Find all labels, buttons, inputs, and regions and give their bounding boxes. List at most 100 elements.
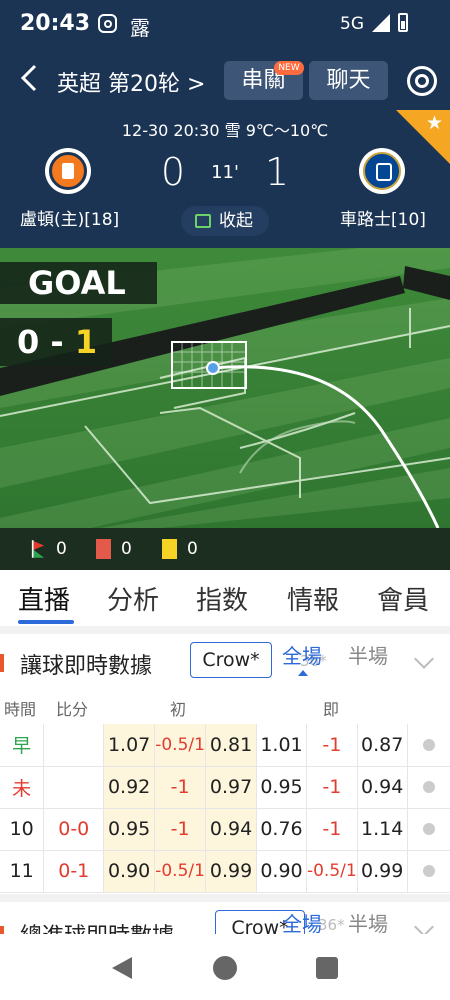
collapse-label: 收起 bbox=[219, 211, 253, 231]
live-home-odds: 0.95 bbox=[256, 766, 307, 809]
match-datetime-weather: 12-30 20:30 雪 9℃～10℃ bbox=[121, 121, 329, 140]
row-score: 0-0 bbox=[43, 808, 105, 851]
main-tabs: 直播 分析 指数 情報 會員 bbox=[0, 570, 450, 626]
tab-member[interactable]: 會員 bbox=[377, 580, 429, 617]
initial-home-odds: 0.92 bbox=[103, 766, 156, 809]
away-team-name[interactable]: 車路士[10] bbox=[340, 205, 426, 230]
live-away-odds: 0.87 bbox=[357, 724, 408, 767]
initial-home-odds: 1.07 bbox=[103, 724, 156, 767]
match-minute: 11' bbox=[211, 162, 239, 183]
handicap-table: 早 1.07 -0.5/1 0.81 1.01 -1 0.87 未 0.92 -… bbox=[0, 724, 450, 893]
column-header-time: 時間 bbox=[4, 700, 37, 719]
initial-home-odds: 0.95 bbox=[103, 808, 156, 851]
live-away-odds: 0.94 bbox=[357, 766, 408, 809]
goal-label: GOAL bbox=[0, 262, 157, 304]
half-time-toggle[interactable]: 半場 bbox=[348, 640, 388, 669]
goal-score-away: 1 bbox=[74, 323, 98, 361]
match-header: 20:43 露 5G 英超 第20轮 > 串關 NEW 聊天 ★ 12-30 2… bbox=[0, 0, 450, 248]
initial-handicap: -1 bbox=[154, 766, 207, 809]
tab-intel[interactable]: 情報 bbox=[287, 580, 339, 617]
live-handicap: -0.5/1 bbox=[306, 850, 358, 893]
tab-live[interactable]: 直播 bbox=[18, 580, 70, 617]
system-navigation-bar bbox=[0, 934, 450, 1000]
active-tab-indicator bbox=[18, 620, 74, 624]
network-type: 5G bbox=[340, 14, 364, 34]
collapse-button[interactable]: 收起 bbox=[181, 206, 269, 236]
half-time-toggle[interactable]: 半場 bbox=[348, 908, 388, 937]
row-score bbox=[43, 766, 105, 809]
status-bar: 20:43 露 5G bbox=[0, 0, 450, 50]
back-button[interactable] bbox=[18, 63, 48, 97]
live-away-odds: 1.14 bbox=[357, 808, 408, 851]
notification-glyph: 露 bbox=[130, 16, 150, 40]
red-card-icon bbox=[96, 539, 111, 559]
nav-home-icon[interactable] bbox=[213, 956, 237, 980]
yellow-card-count: 0 bbox=[187, 539, 198, 559]
corner-flag-icon bbox=[31, 540, 45, 558]
column-header-live: 即 bbox=[323, 700, 340, 719]
goal-score-sep: - bbox=[39, 323, 75, 361]
row-time: 早 bbox=[0, 724, 45, 767]
nav-recents-icon[interactable] bbox=[316, 957, 338, 979]
row-time: 11 bbox=[0, 850, 45, 893]
tab-odds-index[interactable]: 指数 bbox=[196, 580, 248, 617]
live-home-odds: 0.90 bbox=[256, 850, 307, 893]
live-home-odds: 1.01 bbox=[256, 724, 307, 767]
red-card-count: 0 bbox=[121, 539, 132, 559]
row-score bbox=[43, 724, 105, 767]
full-match-toggle[interactable]: 全場 bbox=[282, 908, 322, 937]
table-row[interactable]: 未 0.92 -1 0.97 0.95 -1 0.94 bbox=[0, 766, 450, 809]
target-icon[interactable] bbox=[407, 66, 437, 96]
home-score: 0 bbox=[160, 150, 186, 194]
chevron-left-icon bbox=[20, 64, 37, 92]
full-match-toggle[interactable]: 全場 bbox=[282, 640, 322, 669]
corner-count: 0 bbox=[56, 539, 67, 559]
status-dot bbox=[407, 766, 450, 809]
initial-handicap: -0.5/1 bbox=[154, 850, 207, 893]
home-team-logo[interactable] bbox=[45, 148, 91, 194]
status-dot bbox=[407, 850, 450, 893]
initial-away-odds: 0.94 bbox=[205, 808, 258, 851]
column-header-score: 比分 bbox=[56, 700, 89, 719]
new-badge: NEW bbox=[274, 61, 304, 75]
status-time: 20:43 bbox=[20, 11, 91, 36]
initial-handicap: -0.5/1 bbox=[154, 724, 207, 767]
row-time: 未 bbox=[0, 766, 45, 809]
status-dot bbox=[407, 808, 450, 851]
table-row[interactable]: 早 1.07 -0.5/1 0.81 1.01 -1 0.87 bbox=[0, 724, 450, 767]
league-round-link[interactable]: 英超 第20轮 > bbox=[57, 66, 205, 98]
section-accent-bar bbox=[0, 654, 4, 672]
column-header-initial: 初 bbox=[170, 700, 187, 719]
status-dot bbox=[407, 724, 450, 767]
table-row[interactable]: 10 0-0 0.95 -1 0.94 0.76 -1 1.14 bbox=[0, 808, 450, 851]
instagram-icon bbox=[98, 14, 117, 33]
home-team-name[interactable]: 盧頓(主)[18] bbox=[20, 205, 119, 230]
tab-analysis[interactable]: 分析 bbox=[107, 580, 159, 617]
away-team-logo[interactable] bbox=[359, 148, 405, 194]
event-stats-bar: 0 0 0 bbox=[0, 528, 450, 570]
initial-away-odds: 0.99 bbox=[205, 850, 258, 893]
live-handicap: -1 bbox=[306, 724, 358, 767]
row-score: 0-1 bbox=[43, 850, 105, 893]
initial-home-odds: 0.90 bbox=[103, 850, 156, 893]
row-time: 10 bbox=[0, 808, 45, 851]
chevron-down-icon[interactable] bbox=[414, 649, 434, 669]
initial-handicap: -1 bbox=[154, 808, 207, 851]
live-home-odds: 0.76 bbox=[256, 808, 307, 851]
initial-away-odds: 0.81 bbox=[205, 724, 258, 767]
section-title: 讓球即時數據 bbox=[20, 654, 153, 679]
chat-button[interactable]: 聊天 bbox=[309, 61, 388, 100]
handicap-live-section: 讓球即時數據 Crow* 36* 全場 半場 時間 比分 初 即 早 1.07 … bbox=[0, 634, 450, 894]
signal-icon bbox=[372, 14, 390, 32]
live-handicap: -1 bbox=[306, 766, 358, 809]
live-away-odds: 0.99 bbox=[357, 850, 408, 893]
bookmaker-select[interactable]: Crow* bbox=[190, 642, 272, 678]
goal-score-home: 0 bbox=[17, 323, 40, 361]
goal-score: 0 - 1 bbox=[0, 318, 112, 366]
nav-back-icon[interactable] bbox=[112, 957, 132, 979]
battery-icon bbox=[398, 13, 408, 32]
away-score: 1 bbox=[264, 150, 290, 194]
table-row[interactable]: 11 0-1 0.90 -0.5/1 0.99 0.90 -0.5/1 0.99 bbox=[0, 850, 450, 893]
live-handicap: -1 bbox=[306, 808, 358, 851]
yellow-card-icon bbox=[162, 539, 177, 559]
